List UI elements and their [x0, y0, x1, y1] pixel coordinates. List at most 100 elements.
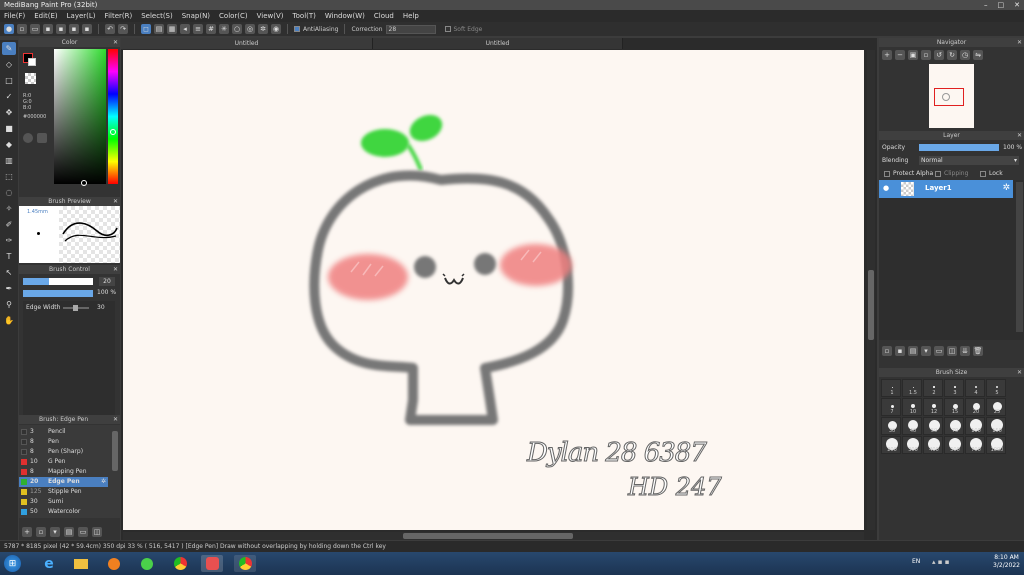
panel-close-icon[interactable]: ✕	[113, 197, 118, 206]
maximize-icon[interactable]: □	[998, 0, 1005, 10]
zoom-out-icon[interactable]: −	[895, 50, 905, 60]
brush-size-option[interactable]: 20	[965, 398, 985, 416]
brush-list-item[interactable]: 3 Pencil	[19, 427, 108, 437]
saturation-value-picker[interactable]	[54, 49, 106, 184]
brush-size-option[interactable]: 15	[944, 398, 964, 416]
eraser-tool-icon[interactable]: ◇	[2, 58, 16, 71]
operation-tool-icon[interactable]: ↖	[2, 266, 16, 279]
minimize-icon[interactable]: –	[984, 0, 988, 10]
background-color-swatch[interactable]	[28, 58, 36, 66]
layer-visibility-eye-icon[interactable]: ●	[883, 184, 889, 192]
duplicate-brush-icon[interactable]: ◫	[92, 527, 102, 537]
deselect-icon[interactable]: ◻	[141, 24, 151, 34]
brush-size-option[interactable]: 4	[965, 379, 985, 397]
snap-circle-icon[interactable]: ○	[232, 24, 242, 34]
hue-slider[interactable]	[108, 49, 118, 184]
color-picker-cursor[interactable]	[81, 180, 87, 186]
brush-list-item[interactable]: 8 Pen	[19, 437, 108, 447]
snap-settings-icon[interactable]: ✲	[258, 24, 268, 34]
brush-properties-icon[interactable]: ▤	[64, 527, 74, 537]
save-icon[interactable]: ▪	[69, 24, 79, 34]
snap-vanishing-icon[interactable]: ◉	[271, 24, 281, 34]
brush-size-option[interactable]: 30	[881, 417, 901, 435]
panel-close-icon[interactable]: ✕	[1017, 131, 1022, 140]
correction-select[interactable]: 28	[385, 24, 436, 34]
start-button-icon[interactable]: ⊞	[4, 555, 21, 572]
menu-help[interactable]: Help	[403, 12, 419, 20]
comment-icon[interactable]: ▪	[43, 24, 53, 34]
file-explorer-icon[interactable]	[70, 555, 92, 572]
close-icon[interactable]: ✕	[1014, 0, 1020, 10]
delete-layer-icon[interactable]: 🗑	[973, 346, 983, 356]
brush-size-option[interactable]: 1	[881, 379, 901, 397]
menu-layer[interactable]: Layer(L)	[67, 12, 96, 20]
panel-close-icon[interactable]: ✕	[1017, 368, 1022, 377]
brush-list-item[interactable]: 10 G Pen	[19, 457, 108, 467]
layer-settings-gear-icon[interactable]: ✲	[1002, 183, 1010, 193]
clock[interactable]: 8:10 AM 3/2/2022	[993, 554, 1020, 570]
panel-close-icon[interactable]: ✕	[113, 265, 118, 274]
select-eraser-tool-icon[interactable]: ✑	[2, 234, 16, 247]
hand-tool-icon[interactable]: ✋	[2, 314, 16, 327]
document-tab-2[interactable]: Untitled	[373, 38, 623, 49]
protect-alpha-checkbox[interactable]	[884, 171, 890, 177]
brush-size-option[interactable]: 700	[965, 436, 985, 454]
brush-size-option[interactable]: 1000	[986, 436, 1006, 454]
zoom-in-icon[interactable]: +	[882, 50, 892, 60]
text-tool-icon[interactable]: T	[2, 250, 16, 263]
menu-color[interactable]: Color(C)	[219, 12, 248, 20]
check-tool-icon[interactable]: ✓	[2, 90, 16, 103]
duplicate-layer-icon[interactable]: ◫	[947, 346, 957, 356]
lock-checkbox[interactable]	[980, 171, 986, 177]
edge-width-slider[interactable]	[63, 305, 89, 311]
shape-tool-icon[interactable]: ■	[2, 122, 16, 135]
layer-opacity-slider[interactable]	[919, 144, 999, 151]
new-file-icon[interactable]: ▫	[17, 24, 27, 34]
invert-selection-icon[interactable]: ▦	[167, 24, 177, 34]
new-layer-icon[interactable]: ▫	[882, 346, 892, 356]
color-wheel-icon[interactable]	[23, 133, 33, 143]
brush-size-option[interactable]: 2	[923, 379, 943, 397]
soft-edge-checkbox[interactable]	[444, 26, 451, 32]
eyedropper-tool-icon[interactable]: ⚲	[2, 298, 16, 311]
panel-close-icon[interactable]: ✕	[1017, 38, 1022, 47]
navigator-thumbnail[interactable]	[929, 64, 974, 128]
select-all-icon[interactable]: ▤	[154, 24, 164, 34]
document-tab-1[interactable]: Untitled	[121, 38, 373, 49]
brush-size-option[interactable]: 500	[944, 436, 964, 454]
new-8bit-layer-icon[interactable]: ▤	[908, 346, 918, 356]
bucket-tool-icon[interactable]: ◆	[2, 138, 16, 151]
brush-size-value[interactable]: 20	[99, 277, 115, 286]
ie-browser-icon[interactable]: e	[38, 555, 60, 572]
menu-file[interactable]: File(F)	[4, 12, 25, 20]
rotate-reset-icon[interactable]: ◷	[960, 50, 970, 60]
menu-view[interactable]: View(V)	[257, 12, 284, 20]
undo-icon[interactable]: ↶	[105, 24, 115, 34]
copy-brush-icon[interactable]: ▫	[36, 527, 46, 537]
select-pen-tool-icon[interactable]: ✐	[2, 218, 16, 231]
brush-settings-gear-icon[interactable]: ✲	[101, 477, 106, 487]
layer-menu-icon[interactable]: ▾	[921, 346, 931, 356]
select-tool-icon[interactable]: ⬚	[2, 170, 16, 183]
layer-folder-icon[interactable]: ▭	[934, 346, 944, 356]
brush-menu-icon[interactable]: ▾	[50, 527, 60, 537]
canvas-horizontal-scrollbar[interactable]	[123, 532, 864, 540]
panel-close-icon[interactable]: ✕	[113, 415, 118, 424]
snap-off-icon[interactable]: ◂	[180, 24, 190, 34]
brush-list-item[interactable]: 8 Pen (Sharp)	[19, 447, 108, 457]
menu-filter[interactable]: Filter(R)	[105, 12, 133, 20]
brush-size-option[interactable]: 25	[986, 398, 1006, 416]
transparent-color-swatch[interactable]	[25, 73, 36, 84]
brush-list-item[interactable]: 30 Sumi	[19, 497, 108, 507]
move-tool-icon[interactable]: ✥	[2, 106, 16, 119]
flip-horizontal-icon[interactable]: ⇋	[973, 50, 983, 60]
chat-icon[interactable]: ▪	[56, 24, 66, 34]
brush-list-item[interactable]: 8 Mapping Pen	[19, 467, 108, 477]
add-brush-icon[interactable]: +	[22, 527, 32, 537]
divide-tool-icon[interactable]: ✒	[2, 282, 16, 295]
gradient-tool-icon[interactable]: ▥	[2, 154, 16, 167]
brush-size-option[interactable]: 100	[965, 417, 985, 435]
color-palette-icon[interactable]	[37, 133, 47, 143]
brush-size-option[interactable]: 50	[923, 417, 943, 435]
menu-select[interactable]: Select(S)	[141, 12, 173, 20]
